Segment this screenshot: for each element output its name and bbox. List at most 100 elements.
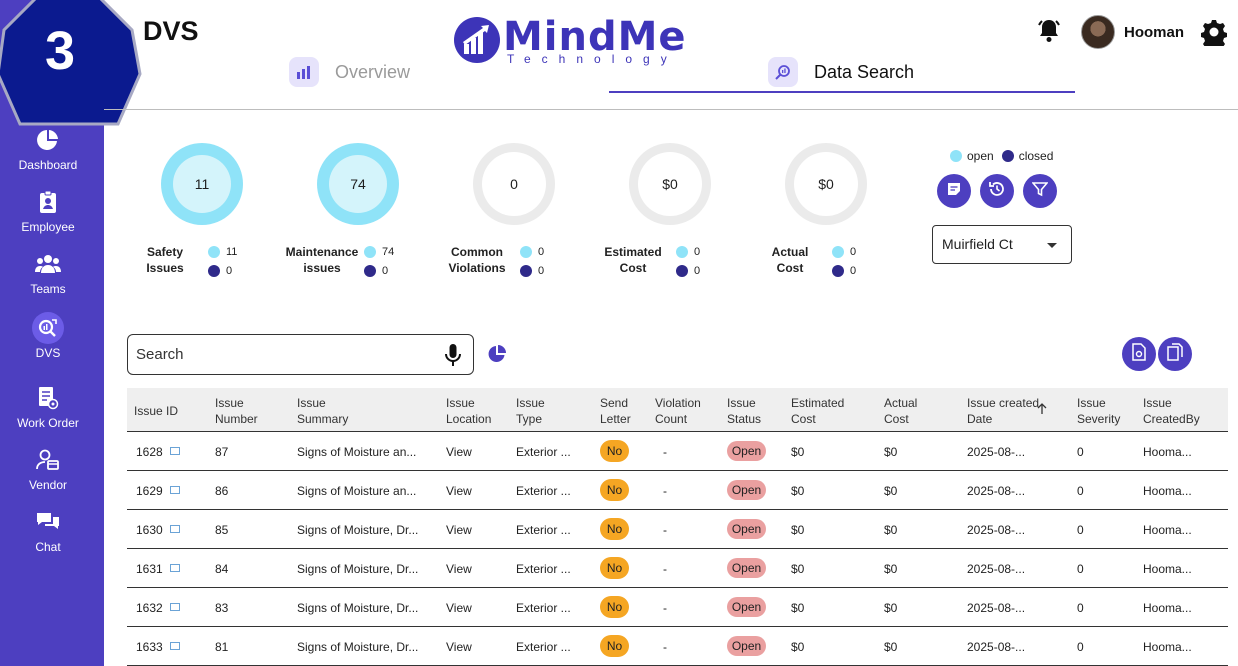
open-dot [208,246,220,258]
stat-ring: $0 [629,143,711,225]
export-document-button[interactable] [1122,337,1156,371]
microphone-icon[interactable] [443,343,463,371]
sidebar-item-label: Work Order [17,416,79,430]
filter-button[interactable] [1023,174,1057,208]
table-row[interactable]: 1633 81 Signs of Moisture, Dr... View Exteri… [127,627,1228,666]
cell-violation-count: - [663,484,667,498]
table-row[interactable]: 1629 86 Signs of Moisture an... View Exterio… [127,471,1228,510]
copy-button[interactable] [1158,337,1192,371]
cell-actual-cost: $0 [884,484,898,498]
cell-issue-location[interactable]: View [446,484,472,498]
image-icon[interactable] [170,603,180,611]
column-header[interactable]: Issue ID [134,403,178,419]
tab-data-search[interactable]: Data Search [768,57,914,87]
sidebar-item-label: DVS [35,346,61,360]
sidebar-item-vendor[interactable]: Vendor [0,444,96,492]
property-select-value: Muirfield Ct [942,236,1013,252]
sort-ascending-icon[interactable] [1037,401,1047,419]
cell-estimated-cost: $0 [791,445,805,459]
column-header[interactable]: Issue CreatedBy [1143,395,1200,427]
cell-issue-id: 1633 [136,640,163,654]
stat-open-count: 74 [364,246,394,258]
image-icon[interactable] [170,564,180,572]
sidebar-item-dvs[interactable]: DVS [0,312,96,360]
cell-issue-status: Open [727,441,766,461]
app: Dashboard Employee Teams DVS Work Order [0,0,1238,666]
table-row[interactable]: 1630 85 Signs of Moisture, Dr... View Exteri… [127,510,1228,549]
sidebar-item-label: Employee [21,220,75,234]
cell-send-letter: No [600,479,629,501]
cell-issue-number: 84 [215,562,229,576]
open-dot [520,246,532,258]
stat-label: Estimated Cost [604,245,662,275]
image-icon[interactable] [170,525,180,533]
cell-issue-location[interactable]: View [446,445,472,459]
stat-closed-count: 0 [364,265,388,277]
cell-severity: 0 [1077,523,1084,537]
search-input[interactable] [136,346,436,363]
image-icon[interactable] [170,486,180,494]
cell-issue-id: 1632 [136,601,163,615]
notes-button[interactable] [937,174,971,208]
column-header[interactable]: Issue Location [446,395,491,427]
gear-icon[interactable] [1200,18,1228,51]
history-button[interactable] [980,174,1014,208]
column-header[interactable]: Issue Type [516,395,545,427]
work-order-icon [32,382,64,414]
cell-severity: 0 [1077,445,1084,459]
cell-issue-location[interactable]: View [446,601,472,615]
cell-issue-type: Exterior ... [516,445,571,459]
cell-issue-status: Open [727,480,766,500]
user-name[interactable]: Hooman [1124,24,1184,41]
avatar[interactable] [1081,15,1115,49]
chart-toggle-icon[interactable] [488,345,506,368]
cell-severity: 0 [1077,562,1084,576]
cell-severity: 0 [1077,484,1084,498]
cell-issue-location[interactable]: View [446,523,472,537]
notification-bell-icon[interactable] [1035,17,1063,50]
stat-ring: $0 [785,143,867,225]
cell-issue-location[interactable]: View [446,640,472,654]
open-dot [832,246,844,258]
stat-open-count: 0 [520,246,544,258]
table-row[interactable]: 1628 87 Signs of Moisture an... View Exterio… [127,432,1228,471]
stat-label: Actual Cost [771,245,809,275]
sidebar-item-work-order[interactable]: Work Order [0,382,96,430]
column-header[interactable]: Violation Count [655,395,701,427]
column-header[interactable]: Issue Severity [1077,395,1120,427]
column-header[interactable]: Issue Summary [297,395,348,427]
cell-estimated-cost: $0 [791,601,805,615]
stat-ring: 0 [473,143,555,225]
cell-violation-count: - [663,523,667,537]
cell-issue-summary: Signs of Moisture an... [297,484,417,498]
column-header[interactable]: Actual Cost [884,395,917,427]
cell-send-letter: No [600,518,629,540]
cell-created-date: 2025-08-... [967,601,1026,615]
column-header[interactable]: Send Letter [600,395,631,427]
property-select[interactable]: Muirfield Ct [932,225,1072,264]
cell-issue-status: Open [727,636,766,656]
table-row[interactable]: 1631 84 Signs of Moisture, Dr... View Exteri… [127,549,1228,588]
column-header[interactable]: Issue Number [215,395,258,427]
cell-created-date: 2025-08-... [967,640,1026,654]
sidebar-item-label: Vendor [28,478,68,492]
cell-created-by: Hooma... [1143,523,1192,537]
column-header[interactable]: Issue Status [727,395,761,427]
column-header-sorted[interactable]: Issue created Date [967,395,1039,427]
cell-issue-summary: Signs of Moisture an... [297,445,417,459]
cell-severity: 0 [1077,640,1084,654]
sidebar-item-chat[interactable]: Chat [0,506,96,554]
stat-value: 74 [329,155,387,213]
sidebar-item-dashboard[interactable]: Dashboard [0,124,96,172]
sidebar-item-teams[interactable]: Teams [0,248,96,296]
image-icon[interactable] [170,447,180,455]
cell-violation-count: - [663,445,667,459]
table-row[interactable]: 1632 83 Signs of Moisture, Dr... View Exteri… [127,588,1228,627]
tab-overview[interactable]: Overview [289,57,410,87]
cell-issue-location[interactable]: View [446,562,472,576]
image-icon[interactable] [170,642,180,650]
column-header[interactable]: Estimated Cost [791,395,844,427]
cell-created-date: 2025-08-... [967,484,1026,498]
cell-created-date: 2025-08-... [967,523,1026,537]
sidebar-item-employee[interactable]: Employee [0,186,96,234]
